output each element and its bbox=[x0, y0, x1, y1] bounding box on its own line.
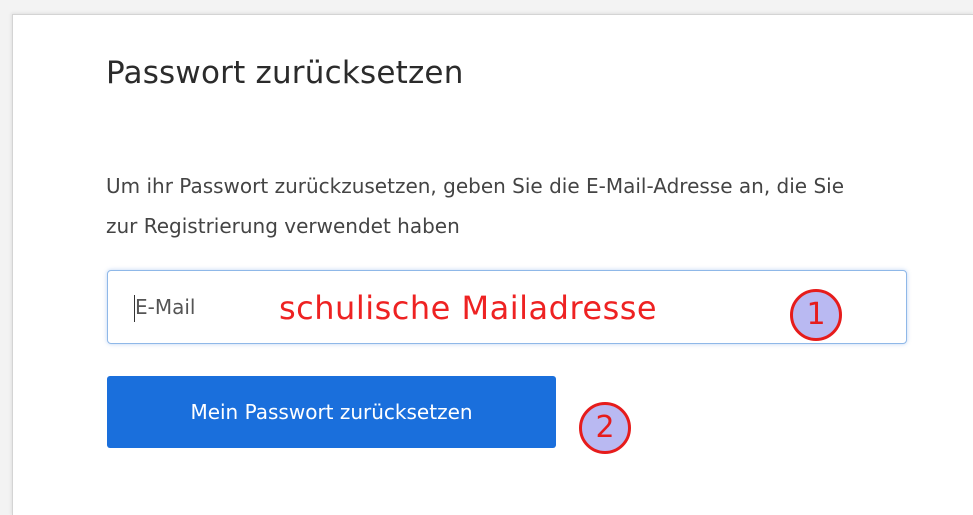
text-caret bbox=[134, 295, 135, 322]
page-title: Passwort zurücksetzen bbox=[106, 55, 464, 91]
screenshot-stage: Passwort zurücksetzen Um ihr Passwort zu… bbox=[0, 0, 973, 515]
password-reset-card: Passwort zurücksetzen Um ihr Passwort zu… bbox=[12, 14, 973, 515]
instructions-text: Um ihr Passwort zurückzusetzen, geben Si… bbox=[106, 174, 844, 238]
reset-password-button[interactable]: Mein Passwort zurücksetzen bbox=[107, 376, 556, 448]
annotation-email-hint: schulische Mailadresse bbox=[279, 289, 658, 327]
annotation-step-2-badge: 2 bbox=[579, 402, 631, 454]
annotation-step-1-badge: 1 bbox=[790, 289, 842, 341]
